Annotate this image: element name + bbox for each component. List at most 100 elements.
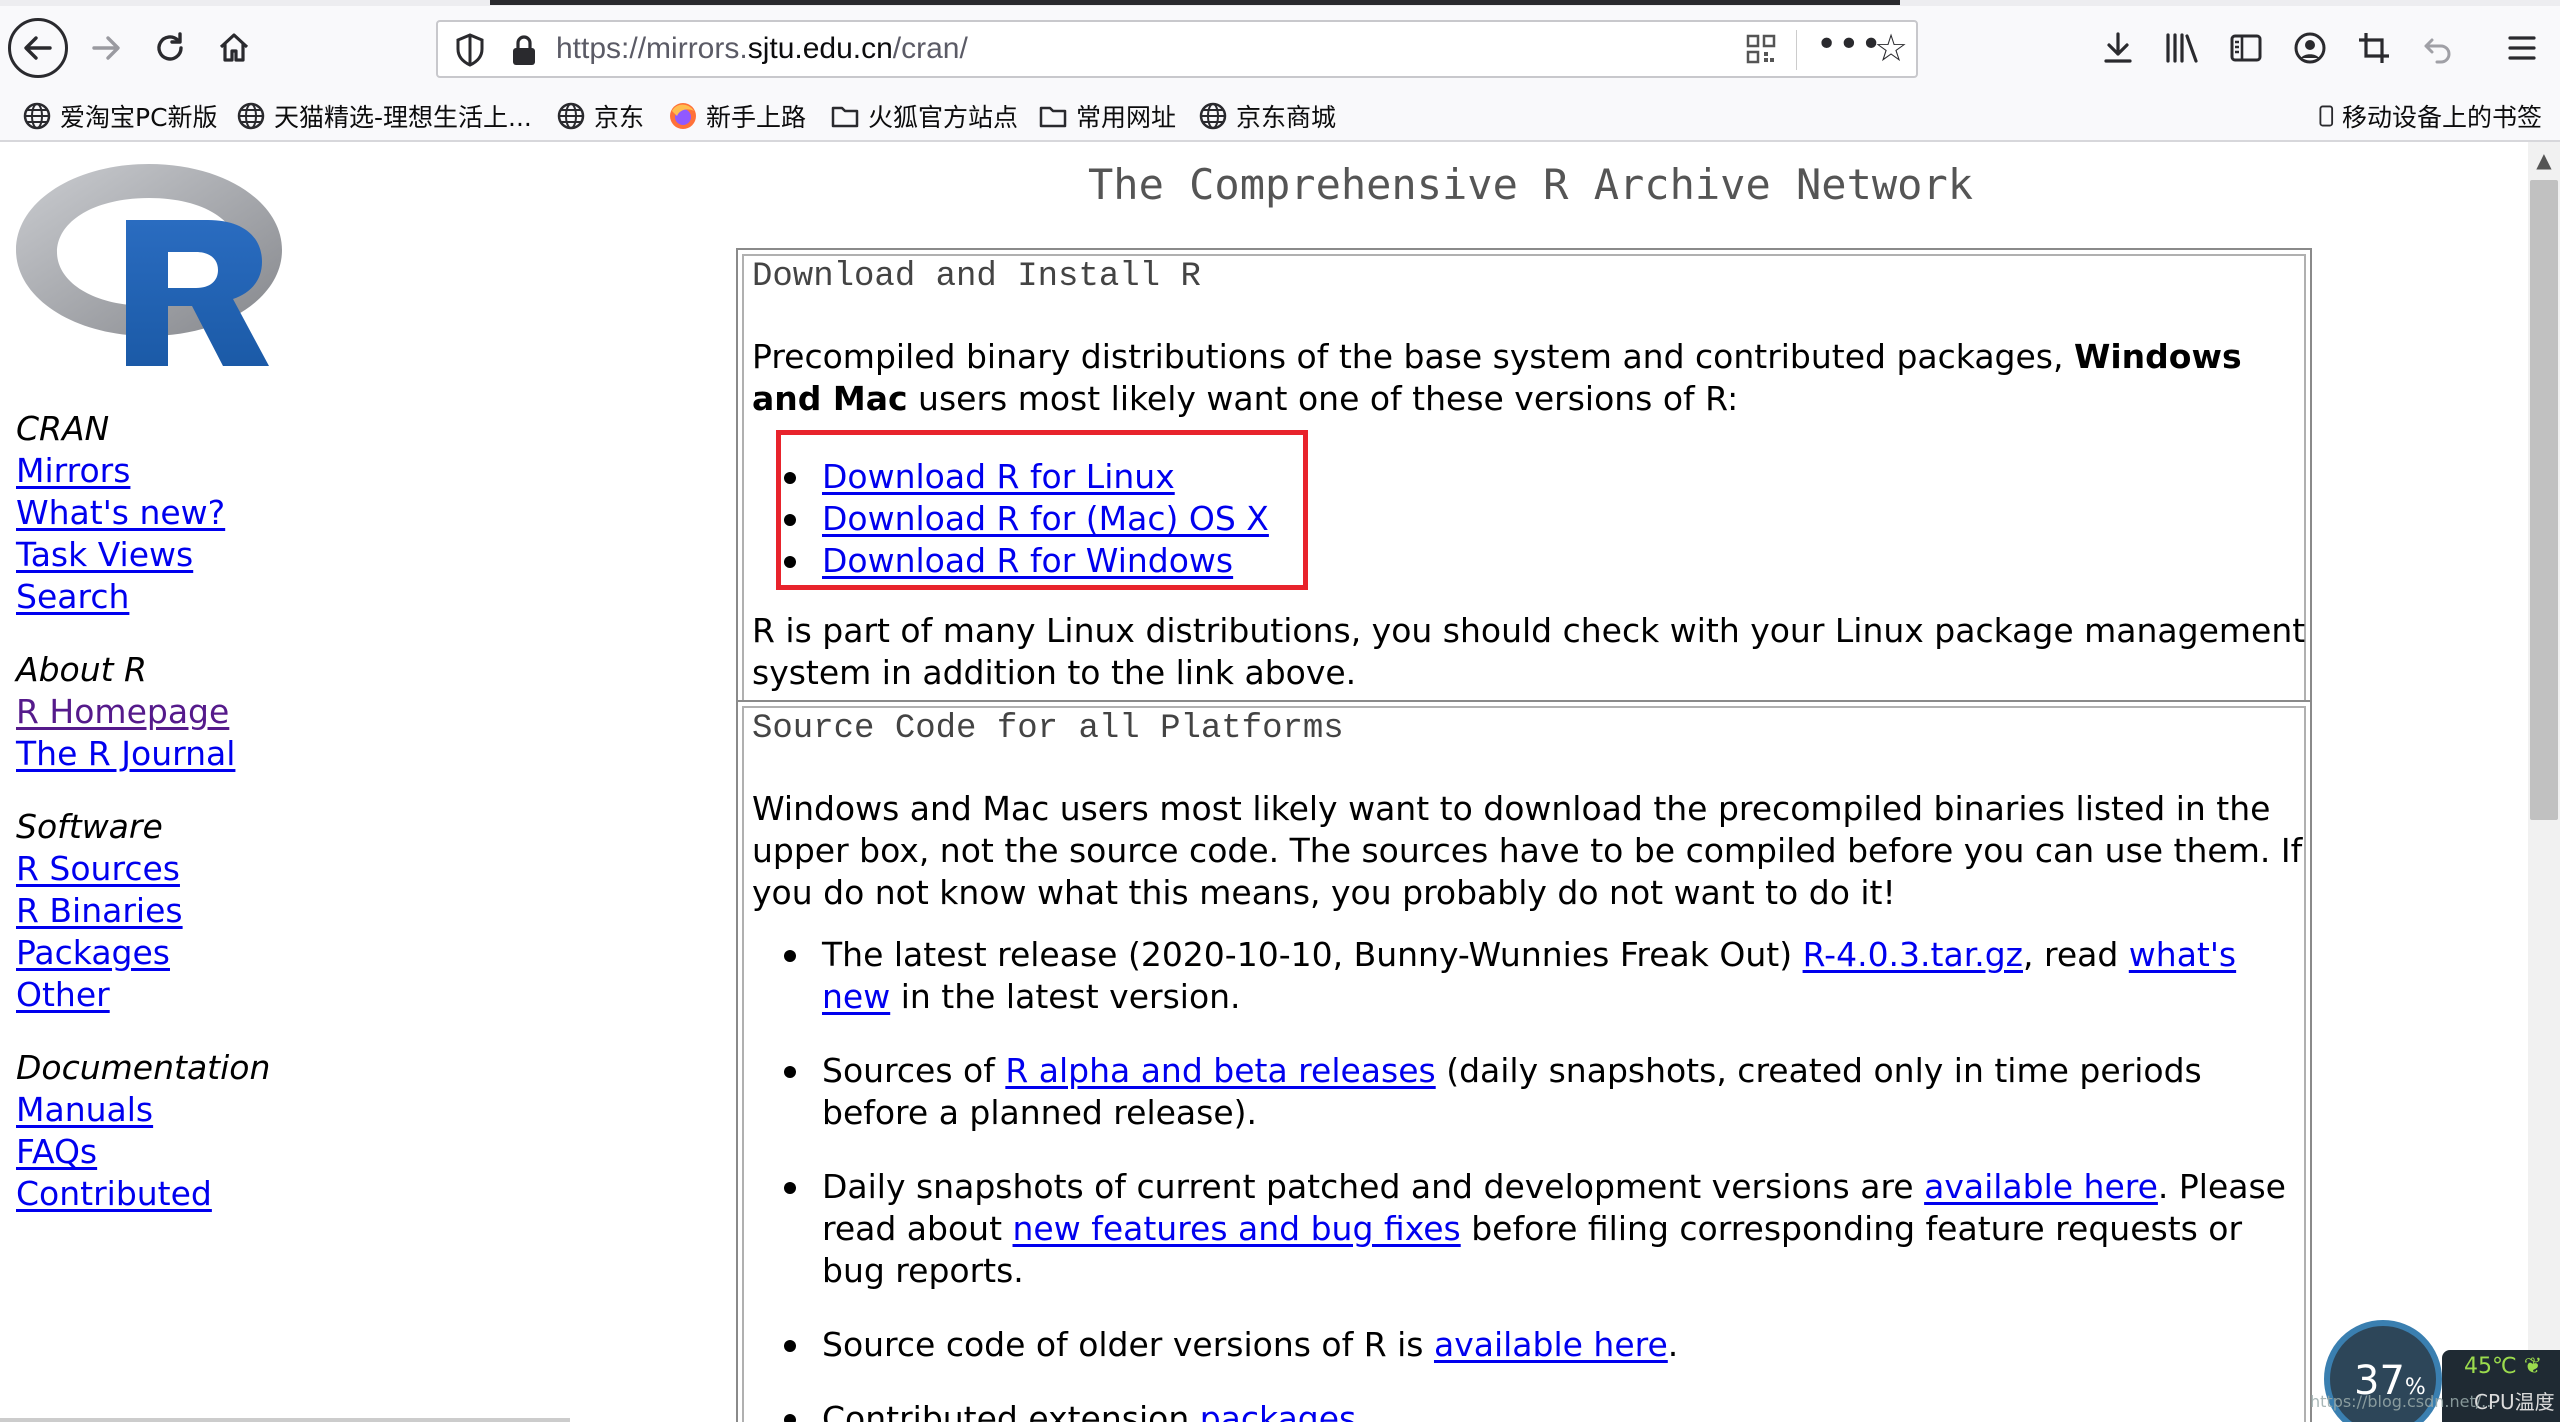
list-item: The latest release (2020-10-10, Bunny-Wu… <box>768 934 2300 1018</box>
r-logo[interactable] <box>14 158 284 372</box>
downloads-button[interactable] <box>2090 20 2146 76</box>
nav-link-contributed[interactable]: Contributed <box>16 1173 270 1215</box>
bookmark-item[interactable]: 京东 <box>556 98 644 134</box>
nav-link-whats-new[interactable]: What's new? <box>16 492 270 534</box>
account-button[interactable] <box>2282 20 2338 76</box>
item-text: The latest release (2020-10-10, Bunny-Wu… <box>822 935 1803 974</box>
globe-icon <box>23 102 51 130</box>
bookmark-item[interactable]: 京东商城 <box>1198 98 1336 134</box>
nav-heading-documentation: Documentation <box>16 1048 271 1087</box>
scroll-up-arrow-icon[interactable]: ▲ <box>2528 148 2560 176</box>
download-box-heading: Download and Install R <box>752 258 1201 296</box>
account-icon <box>2294 32 2326 64</box>
older-versions-link[interactable]: available here <box>1434 1325 1668 1364</box>
item-text: Daily snapshots of current patched and d… <box>822 1167 1925 1206</box>
page-actions-menu-icon[interactable]: ••• <box>1816 24 1883 65</box>
reload-icon <box>157 32 183 61</box>
nav-group-software: Software R Sources R Binaries Packages O… <box>16 806 270 1016</box>
page-content: CRAN Mirrors What's new? Task Views Sear… <box>0 142 2528 1422</box>
nav-link-r-journal[interactable]: The R Journal <box>16 733 270 775</box>
list-item: Source code of older versions of R is av… <box>768 1324 2300 1366</box>
bookmarks-toolbar: 爱淘宝PC新版 天猫精选-理想生活上... 京东 新手上路 火狐官方站点 常用网… <box>0 90 2560 142</box>
nav-link-search[interactable]: Search <box>16 576 270 618</box>
download-intro-text: Precompiled binary distributions of the … <box>752 337 2074 376</box>
watermark-text: https://blog.csdn.net/... <box>2310 1392 2497 1411</box>
nav-link-faqs[interactable]: FAQs <box>16 1131 270 1173</box>
nav-group-cran: CRAN Mirrors What's new? Task Views Sear… <box>16 408 270 618</box>
cpu-temperature-value: 45℃ <box>2464 1354 2517 1379</box>
nav-link-packages[interactable]: Packages <box>16 932 270 974</box>
qr-code-icon[interactable] <box>1746 34 1776 64</box>
item-text: Sources of <box>822 1051 1006 1090</box>
folder-icon <box>831 106 859 128</box>
daily-snapshots-link[interactable]: available here <box>1924 1167 2158 1206</box>
url-text[interactable]: https://mirrors.sjtu.edu.cn/cran/ <box>556 32 968 66</box>
bookmark-item[interactable]: 新手上路 <box>668 98 806 134</box>
nav-link-r-sources[interactable]: R Sources <box>16 848 270 890</box>
nav-link-r-homepage[interactable]: R Homepage <box>16 691 270 733</box>
download-intro: Precompiled binary distributions of the … <box>752 336 2302 420</box>
bookmark-label: 火狐官方站点 <box>868 103 1019 132</box>
bookmark-label: 新手上路 <box>706 103 807 132</box>
bookmark-folder[interactable]: 常用网址 <box>1038 98 1176 134</box>
source-code-box: Source Code for all Platforms Windows an… <box>736 700 2312 1422</box>
url-path: /cran/ <box>892 32 968 65</box>
new-features-link[interactable]: new features and bug fixes <box>1013 1209 1461 1248</box>
nav-heading-cran: CRAN <box>16 409 110 448</box>
bookmark-label: 京东商城 <box>1236 103 1337 132</box>
item-text: Source code of older versions of R is <box>822 1325 1434 1364</box>
bookmark-star-icon[interactable]: ☆ <box>1874 26 1908 70</box>
mobile-bookmarks-folder[interactable]: 移动设备上的书签 <box>2316 98 2542 134</box>
globe-icon <box>237 102 265 130</box>
undo-button[interactable] <box>2410 20 2466 76</box>
forward-button[interactable] <box>78 20 134 76</box>
bookmark-label: 京东 <box>594 103 645 132</box>
bookmark-label: 天猫精选-理想生活上... <box>274 103 532 132</box>
item-text: , read <box>2023 935 2129 974</box>
bookmark-label: 移动设备上的书签 <box>2342 103 2543 132</box>
url-bar-separator <box>1796 30 1797 70</box>
scrollbar-thumb[interactable] <box>2530 180 2558 820</box>
cpu-temperature: 45℃ ❦ <box>2464 1354 2542 1379</box>
back-button[interactable] <box>8 18 68 78</box>
nav-heading-software: Software <box>16 807 163 846</box>
arrow-left-icon <box>24 36 52 60</box>
source-box-inner: Source Code for all Platforms Windows an… <box>742 706 2306 1422</box>
firefox-icon <box>670 103 696 129</box>
url-domain: sjtu.edu.cn <box>747 32 893 65</box>
shield-icon[interactable] <box>454 32 486 68</box>
bookmark-label: 爱淘宝PC新版 <box>60 103 218 132</box>
r-tarball-link[interactable]: R-4.0.3.tar.gz <box>1803 935 2023 974</box>
source-intro: Windows and Mac users most likely want t… <box>752 789 2303 912</box>
nav-link-other[interactable]: Other <box>16 974 270 1016</box>
bookmark-item[interactable]: 爱淘宝PC新版 <box>22 98 218 134</box>
nav-group-documentation: Documentation Manuals FAQs Contributed <box>16 1047 270 1215</box>
contributed-packages-link[interactable]: packages <box>1200 1399 1357 1422</box>
home-button[interactable] <box>206 20 262 76</box>
nav-link-r-binaries[interactable]: R Binaries <box>16 890 270 932</box>
reload-button[interactable] <box>142 20 198 76</box>
nav-link-manuals[interactable]: Manuals <box>16 1089 270 1131</box>
download-intro-text: users most likely want one of these vers… <box>907 379 1739 418</box>
nav-group-about-r: About R R Homepage The R Journal <box>16 649 270 775</box>
screenshot-button[interactable] <box>2346 20 2402 76</box>
sidebar-button[interactable] <box>2218 20 2274 76</box>
item-text: in the latest version. <box>890 977 1241 1016</box>
status-line <box>0 1418 570 1422</box>
nav-link-mirrors[interactable]: Mirrors <box>16 450 270 492</box>
linux-distribution-note: R is part of many Linux distributions, y… <box>752 611 2306 692</box>
nav-link-task-views[interactable]: Task Views <box>16 534 270 576</box>
download-icon <box>2104 32 2132 63</box>
sidebar-navigation: CRAN Mirrors What's new? Task Views Sear… <box>16 408 270 1246</box>
alpha-beta-releases-link[interactable]: R alpha and beta releases <box>1005 1051 1435 1090</box>
page-title: The Comprehensive R Archive Network <box>1088 160 1974 209</box>
folder-icon <box>1039 106 1067 128</box>
menu-button[interactable] <box>2494 20 2550 76</box>
bookmark-item[interactable]: 天猫精选-理想生活上... <box>236 98 532 134</box>
leaf-icon: ❦ <box>2523 1354 2543 1379</box>
bookmark-folder[interactable]: 火狐官方站点 <box>830 98 1018 134</box>
lock-icon[interactable] <box>508 32 540 68</box>
url-bar[interactable]: https://mirrors.sjtu.edu.cn/cran/ ••• ☆ <box>436 20 1918 78</box>
active-tab-indicator <box>490 0 1900 5</box>
library-button[interactable] <box>2154 20 2210 76</box>
